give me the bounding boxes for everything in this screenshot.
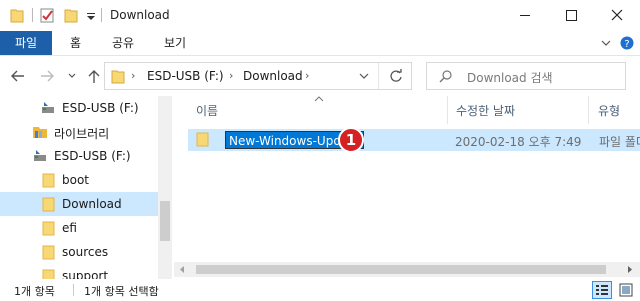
window-title: Download <box>110 8 170 22</box>
breadcrumb-drive[interactable]: ESD-USB (F:) <box>147 69 224 83</box>
sidebar-item-label: Download <box>62 197 122 211</box>
navigation-pane: ESD-USB (F:) 라이브러리 ESD-USB (F:) boot Dow… <box>0 96 172 279</box>
chevron-down-icon[interactable] <box>358 71 370 81</box>
file-list: 이름 수정한 날짜 유형 New-Windows-Update 2020-02-… <box>174 96 640 264</box>
title-bar: Download <box>0 0 640 31</box>
search-placeholder: Download 검색 <box>467 71 553 85</box>
forward-arrow-icon[interactable] <box>38 66 56 86</box>
help-icon[interactable]: ? <box>620 36 634 50</box>
breadcrumb-separator-icon: › <box>305 69 310 82</box>
vertical-scrollbar[interactable] <box>158 96 172 279</box>
close-icon[interactable] <box>594 0 640 31</box>
sidebar-item-label: sources <box>62 245 109 259</box>
folder-icon <box>196 132 209 147</box>
sidebar-item-label: ESD-USB (F:) <box>62 101 139 115</box>
tab-file[interactable]: 파일 <box>0 31 52 55</box>
divider <box>378 63 379 89</box>
sort-ascending-icon <box>314 96 324 102</box>
usb-drive-icon <box>34 150 46 161</box>
divider <box>101 8 102 22</box>
scrollbar-thumb[interactable] <box>160 201 170 241</box>
tab-home[interactable]: 홈 <box>70 31 81 55</box>
search-input[interactable]: Download 검색 <box>426 62 626 90</box>
recent-locations-icon[interactable] <box>66 66 78 86</box>
folder-icon <box>42 173 55 188</box>
ribbon: 파일 홈 공유 보기 ? <box>0 31 640 56</box>
sidebar-item-boot[interactable]: boot <box>0 168 158 192</box>
sidebar-item-label: 라이브러리 <box>54 127 110 141</box>
sidebar-item-label: boot <box>62 173 90 187</box>
folder-icon <box>111 70 125 84</box>
library-icon <box>33 127 47 138</box>
details-view-icon[interactable] <box>592 281 612 299</box>
sidebar-item-label: efi <box>62 221 77 235</box>
column-header-type[interactable]: 유형 <box>598 102 620 119</box>
sidebar-item-libraries[interactable]: 라이브러리 <box>0 120 158 144</box>
search-icon <box>439 70 452 83</box>
scroll-right-icon[interactable] <box>626 265 634 274</box>
minimize-icon[interactable] <box>502 0 548 31</box>
new-folder-icon[interactable] <box>64 7 78 23</box>
tab-view[interactable]: 보기 <box>164 31 186 55</box>
svg-text:?: ? <box>624 39 629 50</box>
folder-icon <box>42 197 55 212</box>
large-icons-view-icon[interactable] <box>616 281 636 299</box>
up-arrow-icon[interactable] <box>86 66 102 86</box>
properties-icon[interactable] <box>40 7 54 23</box>
folder-icon <box>42 221 55 236</box>
tab-share[interactable]: 공유 <box>112 31 134 55</box>
horizontal-scrollbar[interactable] <box>174 262 640 277</box>
column-divider <box>447 96 448 124</box>
address-bar[interactable]: › ESD-USB (F:) › Download › <box>104 62 412 90</box>
refresh-icon[interactable] <box>389 69 403 83</box>
folder-icon <box>42 269 55 279</box>
breadcrumb-separator-icon: › <box>131 69 136 82</box>
item-count: 1개 항목 <box>14 285 55 298</box>
divider <box>73 284 74 296</box>
sidebar-item-esd-usb[interactable]: ESD-USB (F:) <box>0 96 158 120</box>
sidebar-item-esd-usb-drive[interactable]: ESD-USB (F:) <box>0 144 158 168</box>
column-divider <box>588 96 589 124</box>
breadcrumb-separator-icon: › <box>229 69 234 82</box>
sidebar-item-efi[interactable]: efi <box>0 216 158 240</box>
folder-icon <box>42 245 55 260</box>
sidebar-item-support[interactable]: support <box>0 264 158 279</box>
sidebar-item-download[interactable]: Download <box>0 192 158 216</box>
chevron-down-icon[interactable] <box>600 38 612 48</box>
sidebar-item-label: support <box>62 269 109 279</box>
divider <box>32 8 33 22</box>
column-header-name[interactable]: 이름 <box>196 102 218 119</box>
step-badge: 1 <box>338 127 364 153</box>
maximize-icon[interactable] <box>548 0 594 31</box>
scroll-left-icon[interactable] <box>178 265 186 274</box>
sidebar-item-sources[interactable]: sources <box>0 240 158 264</box>
file-type: 파일 폴더 <box>599 135 640 149</box>
usb-drive-icon <box>42 102 54 113</box>
status-bar: 1개 항목 1개 항목 선택함 <box>0 279 640 301</box>
scrollbar-thumb[interactable] <box>196 265 606 274</box>
breadcrumb-folder[interactable]: Download <box>243 69 303 83</box>
table-row[interactable]: New-Windows-Update 2020-02-18 오후 7:49 파일… <box>188 129 640 151</box>
sidebar-item-label: ESD-USB (F:) <box>54 149 131 163</box>
modified-date: 2020-02-18 오후 7:49 <box>455 135 582 149</box>
back-arrow-icon[interactable] <box>10 66 28 86</box>
folder-icon[interactable] <box>10 7 24 23</box>
customize-toolbar-icon[interactable] <box>86 7 96 23</box>
selected-count: 1개 항목 선택함 <box>84 285 159 298</box>
column-header-modified[interactable]: 수정한 날짜 <box>456 102 515 119</box>
